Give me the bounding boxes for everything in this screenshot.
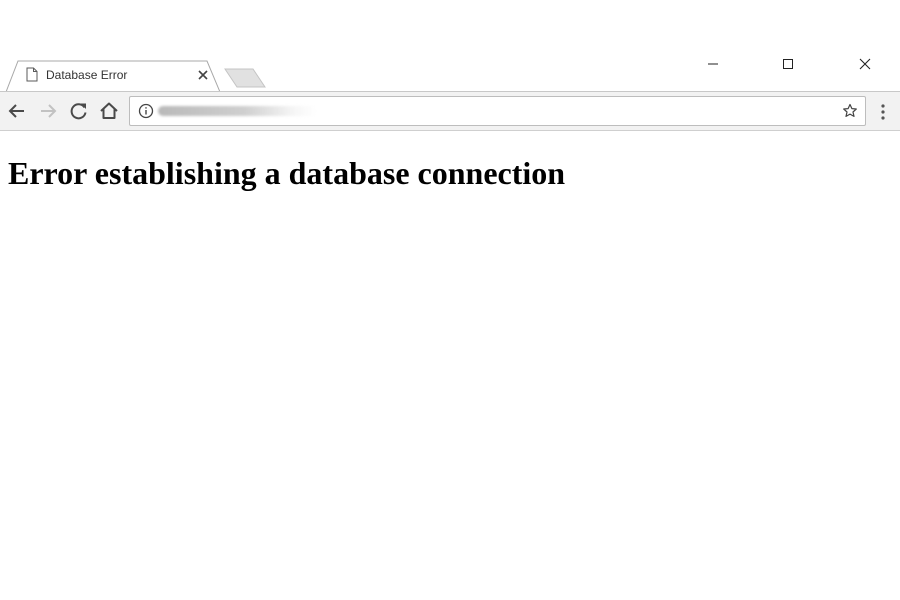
document-icon [26, 67, 38, 82]
more-vert-icon[interactable] [876, 102, 890, 122]
close-icon[interactable] [853, 52, 877, 76]
blurred-url [158, 106, 316, 116]
home-icon[interactable] [98, 100, 120, 122]
info-icon[interactable] [138, 103, 154, 119]
back-arrow-icon[interactable] [6, 100, 28, 122]
tab-strip: Database Error [0, 0, 900, 92]
tab-close-icon[interactable] [197, 69, 209, 81]
minimize-icon[interactable] [701, 52, 725, 76]
new-tab-button[interactable] [224, 68, 266, 88]
tab-title: Database Error [46, 68, 128, 82]
page-content: Error establishing a database connection [0, 131, 900, 600]
forward-arrow-icon[interactable] [37, 100, 59, 122]
address-bar[interactable] [129, 96, 866, 126]
reload-icon[interactable] [68, 100, 90, 122]
browser-window: Database Error Error establishing a data… [0, 0, 900, 600]
star-icon[interactable] [842, 103, 858, 119]
maximize-icon[interactable] [776, 52, 800, 76]
tab-database-error[interactable]: Database Error [6, 60, 220, 92]
error-heading: Error establishing a database connection [8, 155, 566, 191]
browser-toolbar [0, 91, 900, 131]
